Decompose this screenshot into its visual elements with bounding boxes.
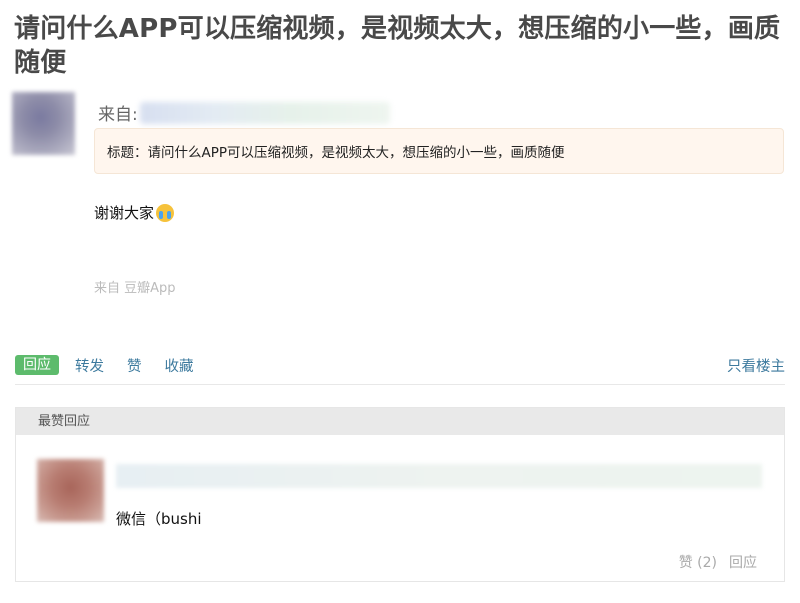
from-label: 来自: bbox=[98, 105, 138, 125]
post-page: 请问什么APP可以压缩视频，是视频太大，想压缩的小一些，画质随便 来自: 标题：… bbox=[0, 0, 800, 603]
reply-reply-link[interactable]: 回应 bbox=[729, 552, 757, 572]
best-replies-header: 最赞回应 bbox=[16, 408, 784, 435]
author-avatar[interactable] bbox=[12, 92, 75, 155]
title-quote-text: 标题：请问什么APP可以压缩视频，是视频太大，想压缩的小一些，画质随便 bbox=[107, 145, 565, 161]
best-replies-section: 最赞回应 微信（bushi 赞 (2) 回应 bbox=[15, 407, 785, 582]
author-name-blurred[interactable] bbox=[139, 101, 390, 124]
forward-link[interactable]: 转发 bbox=[75, 355, 104, 376]
collect-link[interactable]: 收藏 bbox=[165, 355, 194, 376]
title-quote-box: 标题：请问什么APP可以压缩视频，是视频太大，想压缩的小一些，画质随便 bbox=[94, 128, 784, 174]
divider bbox=[15, 384, 785, 385]
reply-text: 微信（bushi bbox=[116, 510, 202, 528]
post-source: 来自 豆瓣App bbox=[94, 281, 176, 296]
reply-author-blurred[interactable] bbox=[116, 464, 762, 488]
crying-face-icon bbox=[156, 203, 175, 222]
reply-meta: 赞 (2) 回应 bbox=[679, 552, 757, 572]
post-body: 谢谢大家 bbox=[94, 202, 175, 223]
post-title: 请问什么APP可以压缩视频，是视频太大，想压缩的小一些，画质随便 bbox=[14, 14, 781, 78]
reply-avatar[interactable] bbox=[37, 459, 104, 522]
reply-like-link[interactable]: 赞 (2) bbox=[679, 552, 717, 572]
like-link[interactable]: 赞 bbox=[127, 355, 142, 376]
author-row: 来自: bbox=[98, 100, 390, 125]
post-actions: 回应 转发 赞 收藏 只看楼主 bbox=[15, 353, 785, 377]
only-op-link[interactable]: 只看楼主 bbox=[727, 355, 785, 376]
post-body-text: 谢谢大家 bbox=[94, 204, 155, 222]
reply-button[interactable]: 回应 bbox=[15, 355, 59, 375]
